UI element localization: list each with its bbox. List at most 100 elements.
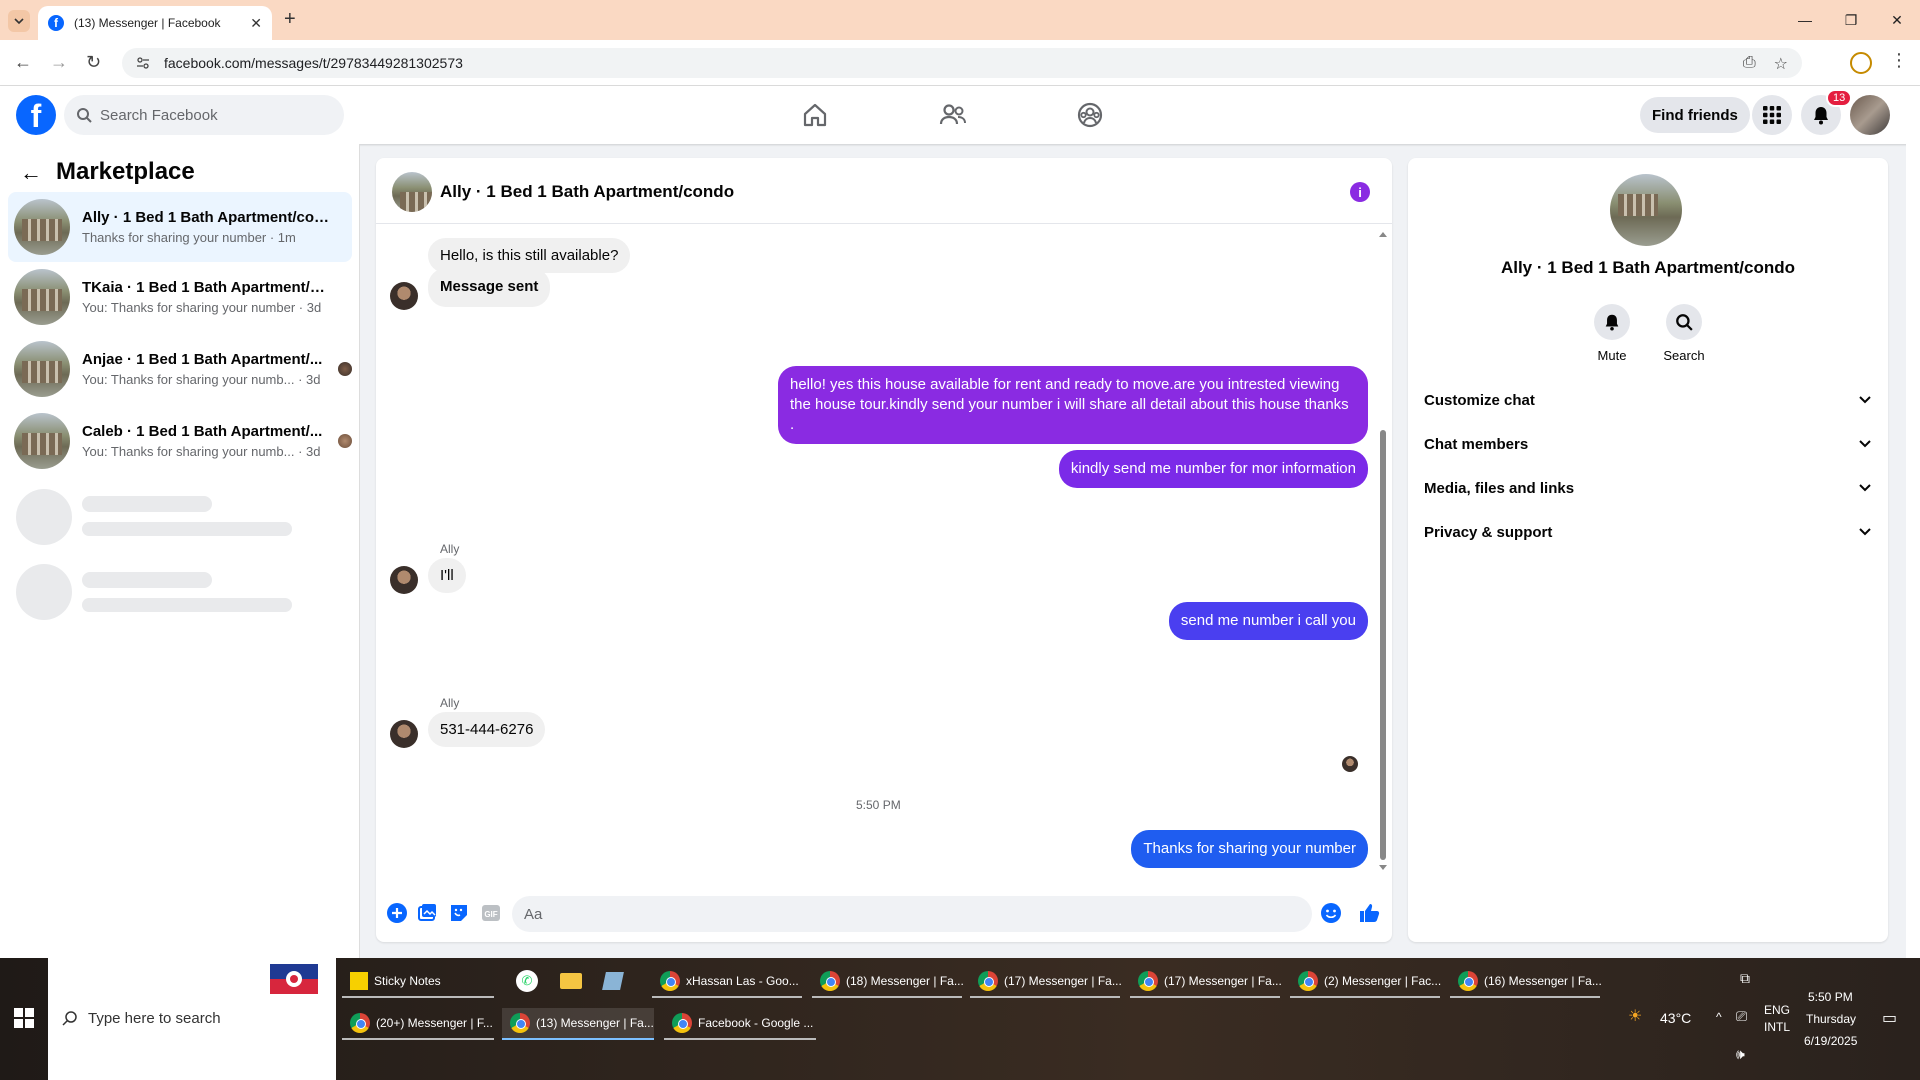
site-info-icon[interactable]: [136, 56, 150, 70]
clock-day[interactable]: Thursday: [1806, 1012, 1856, 1026]
photo-icon[interactable]: [416, 902, 438, 924]
clock-time[interactable]: 5:50 PM: [1808, 990, 1853, 1004]
conversation-item[interactable]: TKaia · 1 Bed 1 Bath Apartment/co... You…: [8, 262, 352, 332]
tab-search-button[interactable]: [8, 10, 30, 32]
back-arrow-icon[interactable]: ←: [20, 160, 42, 186]
thumbs-up-icon[interactable]: [1358, 902, 1380, 924]
taskbar-app-chrome[interactable]: Facebook - Google ...: [664, 1008, 816, 1040]
home-icon[interactable]: [800, 100, 830, 130]
info-icon[interactable]: i: [1350, 182, 1370, 202]
taskbar-app-chrome[interactable]: (20+) Messenger | F...: [342, 1008, 494, 1040]
listing-thumbnail: [14, 413, 70, 469]
network-icon[interactable]: ⎚: [1736, 1008, 1747, 1025]
page-scrollbar[interactable]: [1906, 86, 1920, 958]
media-files-links-section[interactable]: Media, files and links: [1424, 470, 1872, 506]
find-friends-button[interactable]: Find friends: [1640, 97, 1750, 133]
taskbar-app-label: xHassan Las - Goo...: [686, 974, 799, 988]
mute-button[interactable]: Mute: [1582, 304, 1642, 363]
tablet-mode-icon[interactable]: ⧉: [1740, 970, 1750, 987]
taskbar-app-chrome[interactable]: (18) Messenger | Fa...: [812, 966, 964, 998]
taskbar-app-chrome[interactable]: (17) Messenger | Fa...: [970, 966, 1122, 998]
flag-icon[interactable]: [270, 962, 318, 996]
message-incoming: I'll: [428, 558, 466, 593]
message-input[interactable]: Aa: [512, 896, 1312, 932]
browser-menu-icon[interactable]: ⋮: [1890, 50, 1908, 71]
message-bubble: Thanks for sharing your number: [1131, 830, 1368, 868]
taskbar-app-chrome[interactable]: (17) Messenger | Fa...: [1130, 966, 1282, 998]
facebook-search-input[interactable]: Search Facebook: [64, 95, 344, 135]
sender-name: Ally: [440, 696, 460, 710]
sticker-icon[interactable]: [448, 902, 470, 924]
message-composer: GIF Aa: [376, 888, 1392, 942]
scroll-thumb[interactable]: [1380, 430, 1386, 860]
omnibox-actions: ⎙ ☆: [1743, 54, 1788, 74]
taskbar-app-chrome[interactable]: xHassan Las - Goo...: [652, 966, 802, 998]
keyboard-layout[interactable]: INTL: [1764, 1020, 1790, 1034]
volume-icon[interactable]: 🕪: [1736, 1046, 1745, 1063]
scroll-up-icon[interactable]: [1378, 230, 1388, 238]
sender-avatar: [390, 720, 418, 748]
taskbar-app-chrome[interactable]: (2) Messenger | Fac...: [1290, 966, 1441, 998]
customize-chat-section[interactable]: Customize chat: [1424, 382, 1872, 418]
menu-grid-button[interactable]: [1752, 95, 1792, 135]
scroll-down-icon[interactable]: [1378, 864, 1388, 872]
taskbar-app-sticky-notes[interactable]: Sticky Notes: [342, 966, 494, 998]
gif-icon[interactable]: GIF: [480, 902, 502, 924]
chrome-icon: [1298, 971, 1318, 991]
chat-title[interactable]: Ally · 1 Bed 1 Bath Apartment/condo: [440, 182, 734, 202]
listing-thumbnail: [14, 269, 70, 325]
back-button[interactable]: ←: [14, 52, 32, 73]
conversation-preview: You: Thanks for sharing your number · 3d: [82, 300, 322, 315]
facebook-logo-icon[interactable]: f: [16, 95, 56, 135]
conversation-item[interactable]: Caleb · 1 Bed 1 Bath Apartment/... You: …: [8, 406, 352, 476]
conversation-item[interactable]: Anjae · 1 Bed 1 Bath Apartment/... You: …: [8, 334, 352, 404]
details-listing-thumbnail[interactable]: [1610, 174, 1682, 246]
minimize-button[interactable]: —: [1782, 0, 1828, 40]
taskbar-search-box[interactable]: Type here to search: [48, 958, 336, 1080]
temperature[interactable]: 43°C: [1660, 1010, 1691, 1026]
forward-button[interactable]: →: [50, 52, 68, 73]
weather-icon[interactable]: ☀: [1628, 1006, 1642, 1026]
tray-overflow-icon[interactable]: ^: [1716, 1010, 1722, 1024]
emoji-icon[interactable]: [1320, 902, 1342, 924]
browser-titlebar: f (13) Messenger | Facebook ✕ + — ❐ ✕: [0, 0, 1920, 40]
chat-scrollbar[interactable]: [1378, 230, 1388, 872]
message-outgoing: kindly send me number for mor informatio…: [1058, 450, 1368, 488]
address-bar[interactable]: facebook.com/messages/t/2978344928130257…: [122, 48, 1802, 78]
conversation-item[interactable]: Ally · 1 Bed 1 Bath Apartment/condo Than…: [8, 192, 352, 262]
taskbar-app-chrome[interactable]: (16) Messenger | Fa...: [1450, 966, 1602, 998]
install-app-icon[interactable]: ⎙: [1743, 54, 1756, 74]
search-conversation-button[interactable]: Search: [1654, 304, 1714, 363]
new-tab-button[interactable]: +: [284, 8, 296, 31]
reload-button[interactable]: ↻: [86, 52, 101, 73]
message-incoming: Message sent: [428, 268, 551, 307]
close-window-button[interactable]: ✕: [1874, 0, 1920, 40]
taskbar-app-notes[interactable]: [596, 966, 632, 998]
browser-profile-icon[interactable]: [1850, 52, 1872, 74]
privacy-support-section[interactable]: Privacy & support: [1424, 514, 1872, 550]
account-avatar[interactable]: [1850, 95, 1890, 135]
bookmark-star-icon[interactable]: ☆: [1774, 54, 1788, 74]
friends-icon[interactable]: [938, 100, 968, 130]
chat-members-section[interactable]: Chat members: [1424, 426, 1872, 462]
browser-tab-active[interactable]: f (13) Messenger | Facebook ✕: [38, 6, 272, 40]
groups-icon[interactable]: [1075, 100, 1105, 130]
taskbar-app-whatsapp[interactable]: ✆: [508, 966, 544, 998]
chat-listing-thumbnail[interactable]: [392, 172, 432, 212]
taskbar-app-label: (17) Messenger | Fa...: [1004, 974, 1122, 988]
taskbar-app-chrome-active[interactable]: (13) Messenger | Fa...: [502, 1008, 654, 1040]
taskbar-app-file-explorer[interactable]: [552, 966, 588, 998]
windows-start-icon[interactable]: [14, 1008, 34, 1028]
search-icon: [62, 1011, 77, 1026]
plus-circle-icon[interactable]: [386, 902, 408, 924]
restore-button[interactable]: ❐: [1828, 0, 1874, 40]
message-bubble: Message sent: [428, 268, 551, 307]
close-tab-icon[interactable]: ✕: [250, 15, 262, 32]
loading-placeholder: [16, 564, 72, 620]
clock-date[interactable]: 6/19/2025: [1804, 1034, 1857, 1048]
notification-center-icon[interactable]: ▭: [1882, 1008, 1897, 1028]
seen-avatar-icon: [338, 434, 352, 448]
message-bubble: I'll: [428, 558, 466, 593]
language-code[interactable]: ENG: [1764, 1003, 1790, 1017]
notification-badge: 13: [1826, 89, 1853, 107]
